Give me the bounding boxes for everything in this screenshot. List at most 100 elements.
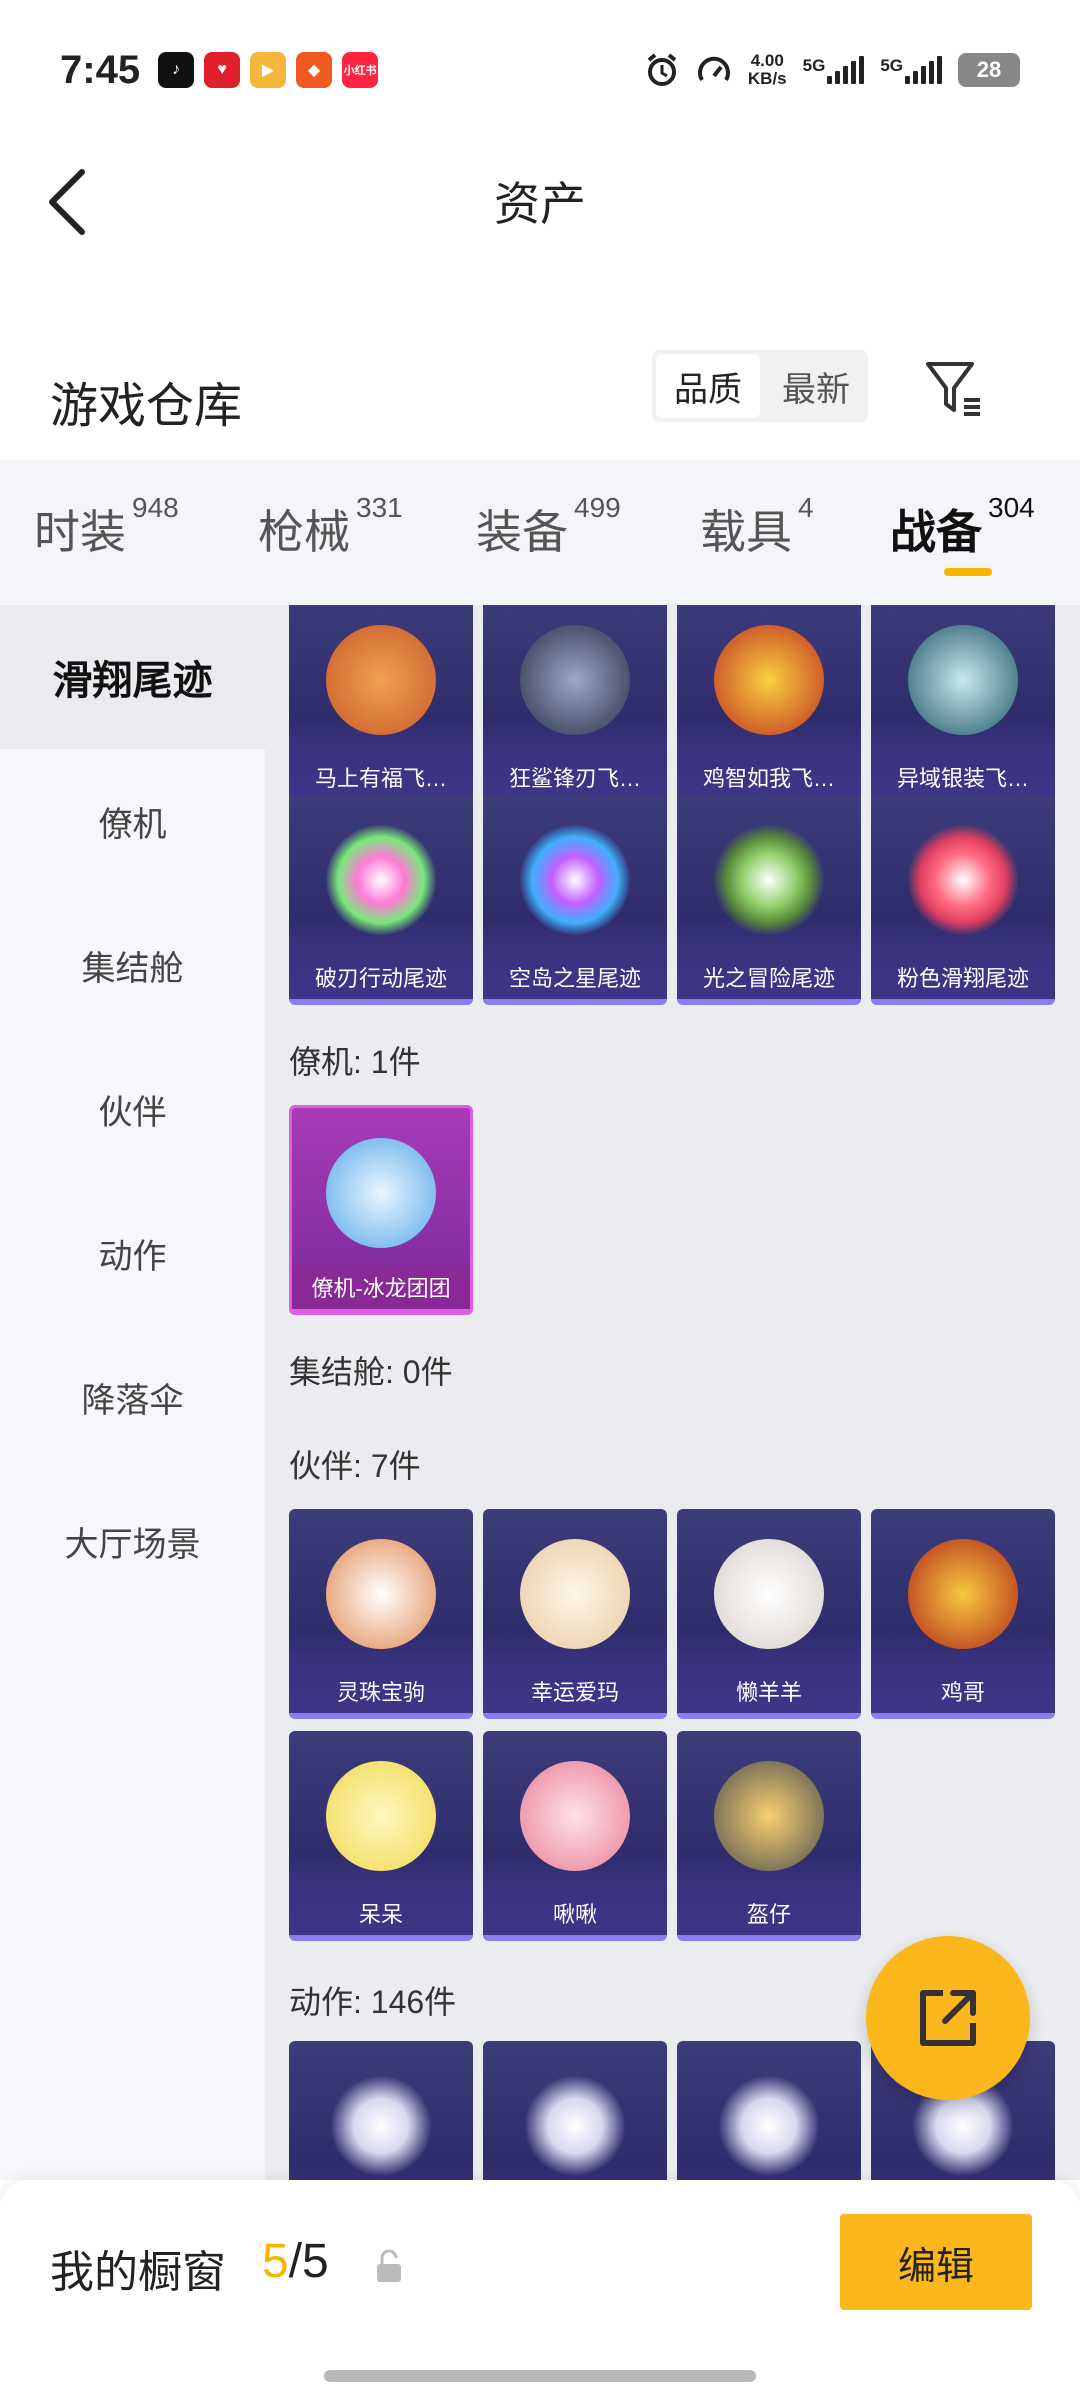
lock-icon [377, 2249, 401, 2282]
video-app-icon: ▶ [250, 52, 287, 88]
item-card[interactable] [677, 2041, 861, 2180]
showcase-label: 我的橱窗 [50, 2248, 226, 2297]
item-card[interactable]: 幸运爱玛 [483, 1509, 667, 1719]
sidebar-item-pod[interactable]: 集结舱 [0, 893, 265, 1037]
section-title-action: 动作: 146件 [289, 1984, 457, 2020]
item-name: 鸡哥 [871, 1669, 1055, 1713]
tiktok-icon: ♪ [158, 52, 195, 88]
item-card[interactable]: 空岛之星尾迹 [483, 795, 667, 1005]
item-name: 盔仔 [677, 1891, 861, 1935]
item-name: 啾啾 [483, 1891, 667, 1935]
active-tab-indicator [944, 568, 992, 576]
share-button[interactable] [866, 1936, 1030, 2100]
signal-2: 5G [880, 56, 942, 84]
item-card[interactable]: 灵珠宝驹 [289, 1509, 473, 1719]
item-name: 灵珠宝驹 [289, 1669, 473, 1713]
item-card[interactable]: 呆呆 [289, 1731, 473, 1941]
item-art [326, 1138, 436, 1248]
sort-quality-button[interactable]: 品质 [656, 354, 760, 418]
item-card[interactable]: 破刃行动尾迹 [289, 795, 473, 1005]
sort-latest-button[interactable]: 最新 [764, 350, 868, 422]
item-name: 光之冒险尾迹 [677, 955, 861, 999]
tab-equipment[interactable]: 装备 499 [476, 492, 621, 562]
subcategory-sidebar: 滑翔尾迹 僚机 集结舱 伙伴 动作 降落伞 大厅场景 [0, 605, 265, 2180]
sidebar-item-action[interactable]: 动作 [0, 1181, 265, 1325]
edit-button[interactable]: 编辑 [840, 2214, 1032, 2310]
item-card[interactable]: 盔仔 [677, 1731, 861, 1941]
status-indicators: 4.00 KB/s 5G 5G 28 [644, 52, 1020, 88]
filter-icon[interactable] [922, 356, 986, 420]
sidebar-item-lobby-scene[interactable]: 大厅场景 [0, 1469, 265, 1613]
item-name: 粉色滑翔尾迹 [871, 955, 1055, 999]
item-art [326, 1761, 436, 1871]
item-name: 呆呆 [289, 1891, 473, 1935]
warehouse-title: 游戏仓库 [50, 380, 243, 433]
item-card[interactable]: 马上有福飞… [289, 605, 473, 805]
page-title: 资产 [494, 178, 586, 230]
item-card[interactable]: 异域银装飞… [871, 605, 1055, 805]
item-art [520, 1539, 630, 1649]
item-name: 僚机-冰龙团团 [292, 1265, 470, 1309]
section-title-pod: 集结舱: 0件 [289, 1354, 453, 1390]
showcase-bar: 我的橱窗 5/5 编辑 [0, 2180, 1080, 2400]
section-title-wingman: 僚机: 1件 [289, 1044, 421, 1080]
item-art [326, 1539, 436, 1649]
item-art [908, 625, 1018, 735]
item-art [326, 2071, 436, 2180]
item-art [714, 825, 824, 935]
item-art [714, 2071, 824, 2180]
item-card[interactable]: 懒羊羊 [677, 1509, 861, 1719]
tab-gear[interactable]: 战备 304 [890, 492, 1035, 562]
sidebar-item-partner[interactable]: 伙伴 [0, 1037, 265, 1181]
item-art [520, 625, 630, 735]
notification-icons: ♪ ♥ ▶ ◆ 小红书 [158, 52, 379, 88]
item-art [520, 2071, 630, 2180]
item-name: 马上有福飞… [289, 755, 473, 799]
item-card[interactable]: 鸡智如我飞… [677, 605, 861, 805]
item-card[interactable]: 啾啾 [483, 1731, 667, 1941]
speedometer-icon [697, 56, 730, 82]
item-art [714, 1539, 824, 1649]
tab-guns[interactable]: 枪械 331 [258, 492, 403, 562]
share-icon [920, 1990, 976, 2046]
category-tabs: 时装 948 枪械 331 装备 499 载具 4 战备 304 [0, 460, 1080, 605]
game-app-icon: ◆ [296, 52, 333, 88]
alarm-icon [647, 53, 677, 86]
item-art [908, 825, 1018, 935]
tab-fashion[interactable]: 时装 948 [34, 492, 179, 562]
item-card[interactable]: 狂鲨锋刃飞… [483, 605, 667, 805]
item-card[interactable] [289, 2041, 473, 2180]
item-name: 空岛之星尾迹 [483, 955, 667, 999]
net-speed: 4.00 KB/s [747, 51, 787, 88]
sidebar-item-glide-trail[interactable]: 滑翔尾迹 [0, 605, 265, 749]
item-card[interactable] [483, 2041, 667, 2180]
item-card[interactable]: 鸡哥 [871, 1509, 1055, 1719]
item-art [714, 1761, 824, 1871]
item-art [908, 1539, 1018, 1649]
home-indicator[interactable] [324, 2370, 756, 2382]
item-art [326, 625, 436, 735]
sidebar-item-wingman[interactable]: 僚机 [0, 749, 265, 893]
status-time: 7:45 [60, 47, 141, 92]
status-bar: 7:45 ♪ ♥ ▶ ◆ 小红书 4.00 KB/s 5G 5G 28 [0, 0, 1080, 140]
item-card[interactable]: 僚机-冰龙团团 [289, 1105, 473, 1315]
item-card[interactable]: 粉色滑翔尾迹 [871, 795, 1055, 1005]
xiaohongshu-icon: 小红书 [342, 52, 379, 88]
item-art [520, 1761, 630, 1871]
pinduoduo-icon: ♥ [204, 52, 241, 88]
item-name: 鸡智如我飞… [677, 755, 861, 799]
tab-vehicles[interactable]: 载具 4 [700, 492, 814, 562]
item-name: 破刃行动尾迹 [289, 955, 473, 999]
showcase-count: 5/5 [262, 2235, 329, 2288]
sidebar-item-parachute[interactable]: 降落伞 [0, 1325, 265, 1469]
item-name: 异域银装飞… [871, 755, 1055, 799]
warehouse-bar: 游戏仓库 品质 最新 [0, 340, 1080, 460]
sort-toggle: 品质 最新 [652, 350, 868, 422]
item-art [326, 825, 436, 935]
battery-indicator: 28 [958, 53, 1020, 87]
app-header: 资产 [0, 140, 1080, 260]
item-card[interactable]: 光之冒险尾迹 [677, 795, 861, 1005]
signal-1: 5G [803, 56, 865, 84]
item-name: 狂鲨锋刃飞… [483, 755, 667, 799]
item-art [714, 625, 824, 735]
